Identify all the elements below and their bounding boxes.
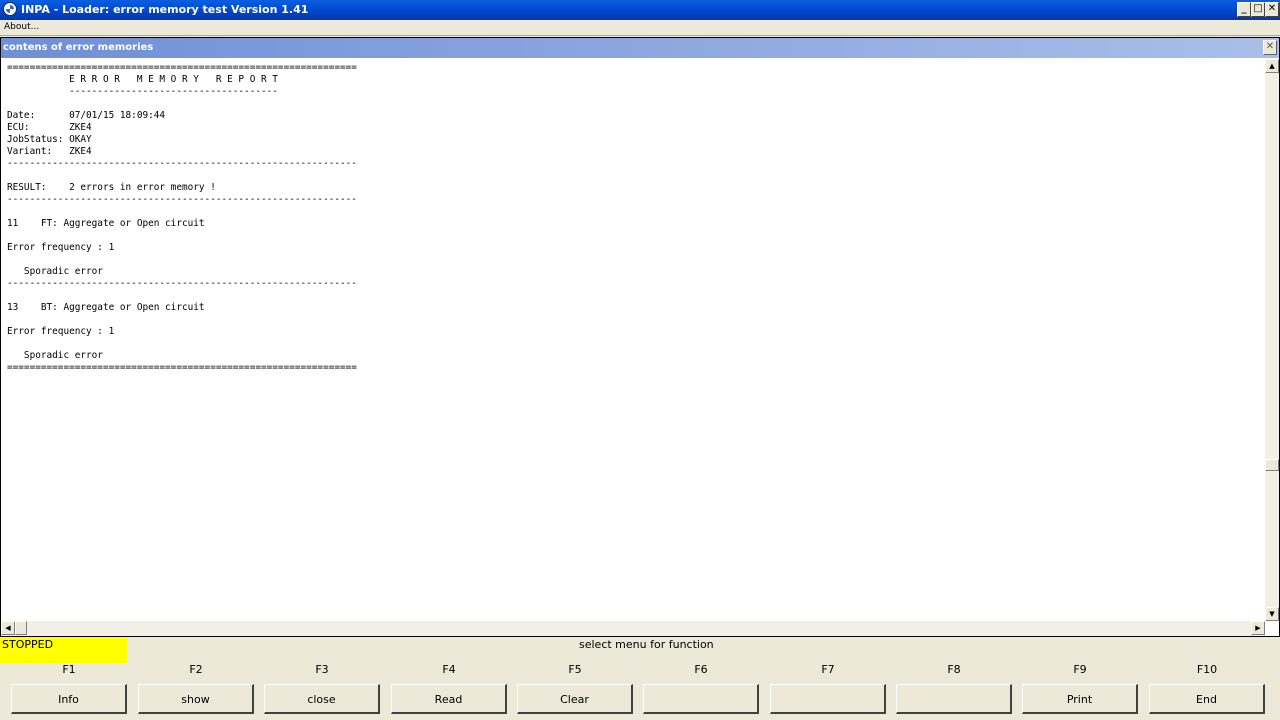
- minimize-icon: _: [1241, 3, 1247, 14]
- f7-button[interactable]: [770, 684, 886, 714]
- read-button[interactable]: Read: [391, 684, 507, 714]
- fkey-label-f3: F3: [315, 663, 329, 676]
- report-line: -------------------------------------: [7, 86, 278, 97]
- arrow-left-icon: ◀: [5, 624, 11, 632]
- fkey-label-f2: F2: [189, 663, 203, 676]
- report-line: ----------------------------------------…: [7, 194, 357, 205]
- info-button[interactable]: Info: [11, 684, 127, 714]
- maximize-icon: □: [1253, 3, 1263, 14]
- menu-bar: About...: [0, 20, 1280, 36]
- status-indicator: STOPPED: [0, 637, 127, 663]
- vertical-scrollbar[interactable]: ▲ ▼: [1265, 59, 1279, 621]
- error-memory-window: contens of error memories ✕ ============…: [0, 37, 1280, 637]
- show-button[interactable]: show: [138, 684, 254, 714]
- report-line: ========================================…: [7, 62, 357, 73]
- fkey-label-f7: F7: [821, 663, 835, 676]
- inner-window-title-bar: contens of error memories ✕: [1, 38, 1279, 58]
- scroll-up-button[interactable]: ▲: [1265, 59, 1279, 73]
- end-button[interactable]: End: [1149, 684, 1265, 714]
- report-line: [7, 254, 357, 266]
- arrow-up-icon: ▲: [1269, 62, 1275, 70]
- report-line: [7, 230, 357, 242]
- maximize-button[interactable]: □: [1251, 2, 1265, 17]
- report-line: 11 FT: Aggregate or Open circuit: [7, 218, 205, 229]
- clear-button[interactable]: Clear: [517, 684, 633, 714]
- f6-button[interactable]: [643, 684, 759, 714]
- fkey-label-f4: F4: [442, 663, 456, 676]
- scroll-right-button[interactable]: ▶: [1251, 621, 1265, 635]
- close-button[interactable]: close: [264, 684, 380, 714]
- fkey-label-f5: F5: [568, 663, 582, 676]
- report-line: [7, 206, 357, 218]
- report-line: E R R O R M E M O R Y R E P O R T: [7, 74, 278, 85]
- window-title: INPA - Loader: error memory test Version…: [21, 3, 309, 16]
- close-icon: ✕: [1267, 3, 1277, 14]
- report-line: Date: 07/01/15 18:09:44: [7, 110, 166, 121]
- menu-item-about[interactable]: About...: [4, 22, 39, 32]
- vertical-scroll-thumb[interactable]: [1265, 459, 1279, 471]
- app-logo-icon: [3, 2, 17, 16]
- close-window-button[interactable]: ✕: [1265, 2, 1279, 17]
- report-line: JobStatus: OKAY: [7, 134, 92, 145]
- report-line: ========================================…: [7, 362, 357, 373]
- fkey-label-f10: F10: [1196, 663, 1218, 676]
- report-line: [7, 338, 357, 350]
- print-button[interactable]: Print: [1022, 684, 1138, 714]
- title-bar: INPA - Loader: error memory test Version…: [0, 0, 1280, 20]
- f8-button[interactable]: [896, 684, 1012, 714]
- report-line: Error frequency : 1: [7, 242, 115, 253]
- arrow-right-icon: ▶: [1255, 624, 1261, 632]
- report-line: [7, 170, 357, 182]
- scroll-left-button[interactable]: ◀: [1, 621, 15, 635]
- report-line: ----------------------------------------…: [7, 158, 357, 169]
- report-line: Sporadic error: [7, 266, 103, 277]
- fkey-label-f8: F8: [947, 663, 961, 676]
- report-line: RESULT: 2 errors in error memory !: [7, 182, 216, 193]
- report-line: Variant: ZKE4: [7, 146, 92, 157]
- horizontal-scroll-thumb[interactable]: [15, 621, 27, 635]
- report-line: [7, 290, 357, 302]
- report-line: Error frequency : 1: [7, 326, 115, 337]
- fkey-label-f6: F6: [694, 663, 708, 676]
- inner-window-title: contens of error memories: [3, 42, 154, 53]
- report-line: 13 BT: Aggregate or Open circuit: [7, 302, 205, 313]
- minimize-button[interactable]: _: [1237, 2, 1251, 17]
- fkey-label-f1: F1: [62, 663, 76, 676]
- error-memory-report: ========================================…: [7, 62, 357, 374]
- report-line: [7, 314, 357, 326]
- status-text: STOPPED: [2, 638, 54, 651]
- hint-text: select menu for function: [579, 638, 714, 651]
- arrow-down-icon: ▼: [1269, 610, 1275, 618]
- scroll-down-button[interactable]: ▼: [1265, 607, 1279, 621]
- report-line: ----------------------------------------…: [7, 278, 357, 289]
- close-icon: ✕: [1265, 41, 1275, 52]
- fkey-label-f9: F9: [1073, 663, 1087, 676]
- report-line: ECU: ZKE4: [7, 122, 92, 133]
- inner-close-button[interactable]: ✕: [1263, 40, 1277, 55]
- horizontal-scrollbar[interactable]: ◀ ▶: [1, 621, 1265, 636]
- report-line: [7, 98, 357, 110]
- report-line: Sporadic error: [7, 350, 103, 361]
